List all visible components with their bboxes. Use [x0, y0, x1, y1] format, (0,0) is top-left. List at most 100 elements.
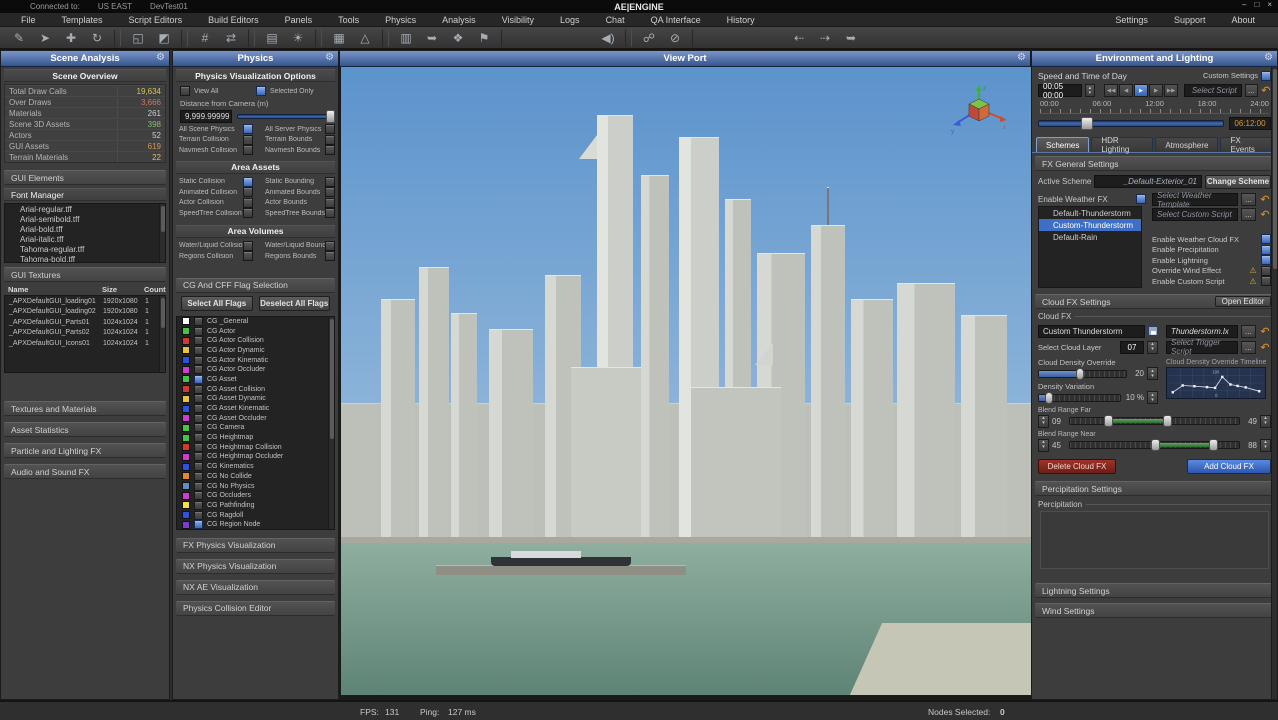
slider-handle[interactable] — [1104, 415, 1113, 427]
toolbar-button[interactable]: ✎ — [7, 28, 31, 47]
minimize-button[interactable]: – — [1242, 0, 1246, 9]
checkbox[interactable] — [243, 208, 253, 218]
scrollbar[interactable] — [1271, 67, 1277, 699]
flag-checkbox[interactable] — [194, 452, 203, 461]
scrollbar[interactable] — [159, 296, 165, 372]
toolbar-button[interactable]: ◀) — [596, 28, 620, 47]
active-scheme-field[interactable]: _Default-Exterior_01 — [1094, 175, 1202, 188]
menu-item-right[interactable]: About — [1218, 15, 1268, 25]
slider-handle[interactable] — [1163, 415, 1172, 427]
scene-analysis-header[interactable]: Scene Analysis ⚙ — [1, 51, 169, 67]
gear-icon[interactable]: ⚙ — [156, 52, 165, 63]
toolbar-button[interactable]: ⇢ — [813, 28, 837, 47]
custom-script-field[interactable]: Select Custom Script — [1152, 208, 1238, 221]
close-button[interactable]: × — [1267, 0, 1272, 9]
time-field[interactable]: 00:05 00:00 — [1038, 84, 1082, 97]
collapsed-section-header[interactable]: Wind Settings — [1035, 603, 1274, 618]
distance-value-field[interactable]: 9,999.99999 — [180, 110, 232, 123]
toolbar-button[interactable] — [315, 29, 322, 47]
flag-row[interactable]: CG Camera — [177, 423, 334, 433]
menu-item[interactable]: Analysis — [429, 15, 489, 25]
menu-item[interactable]: File — [8, 15, 49, 25]
flag-row[interactable]: CG Region Node — [177, 520, 334, 530]
collapsed-section-header[interactable]: FX Physics Visualization — [176, 538, 335, 553]
scheme-list-item[interactable]: Default-Thunderstorm — [1039, 207, 1141, 219]
menu-item[interactable]: Logs — [547, 15, 593, 25]
checkbox[interactable] — [243, 135, 253, 145]
flag-row[interactable]: CG No Collide — [177, 472, 334, 482]
toolbar-button[interactable] — [114, 29, 121, 47]
flag-checkbox[interactable] — [194, 443, 203, 452]
flag-row[interactable]: CG Asset Kinematic — [177, 404, 334, 414]
flag-checkbox[interactable] — [194, 482, 203, 491]
flag-checkbox[interactable] — [194, 423, 203, 432]
toolbar-button[interactable]: # — [193, 28, 217, 47]
checkbox[interactable] — [325, 124, 335, 134]
flag-checkbox[interactable] — [194, 385, 203, 394]
browse-button[interactable]: ... — [1241, 325, 1256, 338]
checkbox[interactable] — [325, 187, 335, 197]
collapsed-section-header[interactable]: NX AE Visualization — [176, 580, 335, 595]
transport-button[interactable]: ◀ — [1119, 84, 1133, 97]
slider-handle[interactable] — [1209, 439, 1218, 451]
font-list-item[interactable]: Tahoma-bold.tff — [5, 254, 165, 263]
toolbar-button[interactable]: ▥ — [394, 28, 418, 47]
flag-checkbox[interactable] — [194, 365, 203, 374]
flag-selection-header[interactable]: CG And CFF Flag Selection — [176, 278, 335, 293]
environment-header[interactable]: Environment and Lighting ⚙ — [1032, 51, 1277, 67]
menu-item[interactable]: QA Interface — [638, 15, 714, 25]
menu-item[interactable]: Templates — [49, 15, 116, 25]
flag-row[interactable]: CG Asset Collision — [177, 384, 334, 394]
gear-icon[interactable]: ⚙ — [325, 52, 334, 63]
flag-checkbox[interactable] — [194, 317, 203, 326]
slider-handle[interactable] — [1151, 439, 1160, 451]
transport-button[interactable]: ▶ — [1134, 84, 1148, 97]
scrollbar[interactable] — [159, 204, 165, 262]
toolbar-button[interactable]: ✚ — [59, 28, 83, 47]
toolbar-button[interactable]: ⊘ — [663, 28, 687, 47]
undo-icon[interactable]: ↶ — [1261, 84, 1271, 97]
flag-checkbox[interactable] — [194, 356, 203, 365]
toolbar-button[interactable]: ❖ — [446, 28, 470, 47]
flag-row[interactable]: CG Asset — [177, 375, 334, 385]
checkbox[interactable] — [1261, 266, 1271, 276]
tab[interactable]: FX Events — [1220, 137, 1273, 152]
maximize-button[interactable]: □ — [1254, 0, 1259, 9]
collapsed-section-header[interactable]: NX Physics Visualization — [176, 559, 335, 574]
flag-row[interactable]: CG Asset Dynamic — [177, 394, 334, 404]
undo-icon[interactable]: ↶ — [1259, 341, 1271, 354]
trigger-script-field[interactable]: Select Trigger Script — [1166, 341, 1238, 354]
selected-only-checkbox[interactable] — [256, 86, 266, 96]
scheme-list-item[interactable]: Custom-Thunderstorm — [1039, 219, 1141, 231]
select-all-flags-button[interactable]: Select All Flags — [181, 296, 253, 311]
checkbox[interactable] — [243, 241, 253, 251]
delete-cloud-fx-button[interactable]: Delete Cloud FX — [1038, 459, 1116, 474]
toolbar-button[interactable] — [248, 29, 255, 47]
flag-checkbox[interactable] — [194, 346, 203, 355]
density-timeline-graph[interactable]: 100 0 — [1166, 367, 1271, 399]
menu-item[interactable]: Build Editors — [195, 15, 272, 25]
transport-button[interactable]: ▶ — [1149, 84, 1163, 97]
font-list-item[interactable]: Arial-semibold.tff — [5, 214, 165, 224]
menu-item[interactable]: Script Editors — [116, 15, 196, 25]
collapsed-section-header[interactable]: Textures and Materials — [4, 401, 166, 416]
toolbar-button[interactable] — [692, 29, 782, 47]
texture-table-row[interactable]: _APXDefaultGUI_Parts01 1024x1024 1 — [5, 317, 165, 328]
scheme-list-item[interactable]: Default-Rain — [1039, 231, 1141, 243]
cloud-fx-name-field[interactable]: Custom Thunderstorm — [1038, 325, 1145, 338]
collapsed-section-header[interactable]: Audio and Sound FX — [4, 464, 166, 479]
flag-row[interactable]: CG Actor Kinematic — [177, 355, 334, 365]
time-spinner[interactable]: ▴▾ — [1085, 84, 1095, 97]
checkbox[interactable] — [325, 145, 335, 155]
flag-checkbox[interactable] — [194, 404, 203, 413]
cloud-file-field[interactable]: Thunderstorm.lx — [1166, 325, 1238, 338]
weather-template-field[interactable]: Select Weather Template — [1152, 193, 1238, 206]
font-manager-header[interactable]: Font Manager — [4, 188, 166, 201]
blend-far-max-spinner[interactable]: ▴▾ — [1260, 415, 1271, 428]
browse-button[interactable]: ... — [1241, 193, 1256, 206]
toolbar-button[interactable]: ⚑ — [472, 28, 496, 47]
undo-icon[interactable]: ↶ — [1259, 208, 1271, 221]
checkbox[interactable] — [243, 145, 253, 155]
flag-row[interactable]: CG _General — [177, 317, 334, 327]
gear-icon[interactable]: ⚙ — [1264, 52, 1273, 63]
